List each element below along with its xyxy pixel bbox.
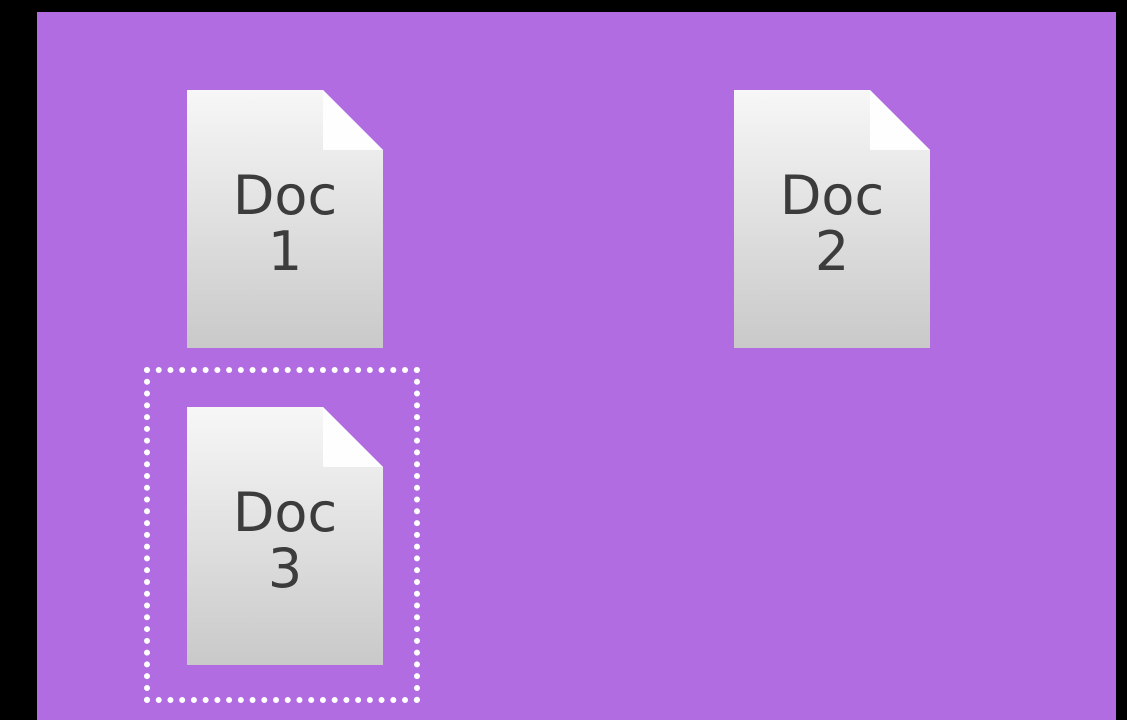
file-label-line-1: Doc xyxy=(232,481,338,544)
file-label-line-1: Doc xyxy=(232,164,338,227)
desktop-area[interactable]: Doc 1 Doc 2 Doc 3 xyxy=(37,12,1116,720)
file-label-line-1: Doc xyxy=(779,164,885,227)
file-label: Doc 3 xyxy=(187,485,383,597)
file-label-line-2: 3 xyxy=(267,537,303,600)
file-doc-2[interactable]: Doc 2 xyxy=(734,90,930,348)
file-label: Doc 1 xyxy=(187,168,383,280)
file-label-line-2: 1 xyxy=(267,220,303,283)
file-doc-1[interactable]: Doc 1 xyxy=(187,90,383,348)
file-label: Doc 2 xyxy=(734,168,930,280)
file-label-line-2: 2 xyxy=(814,220,850,283)
file-doc-3[interactable]: Doc 3 xyxy=(187,407,383,665)
